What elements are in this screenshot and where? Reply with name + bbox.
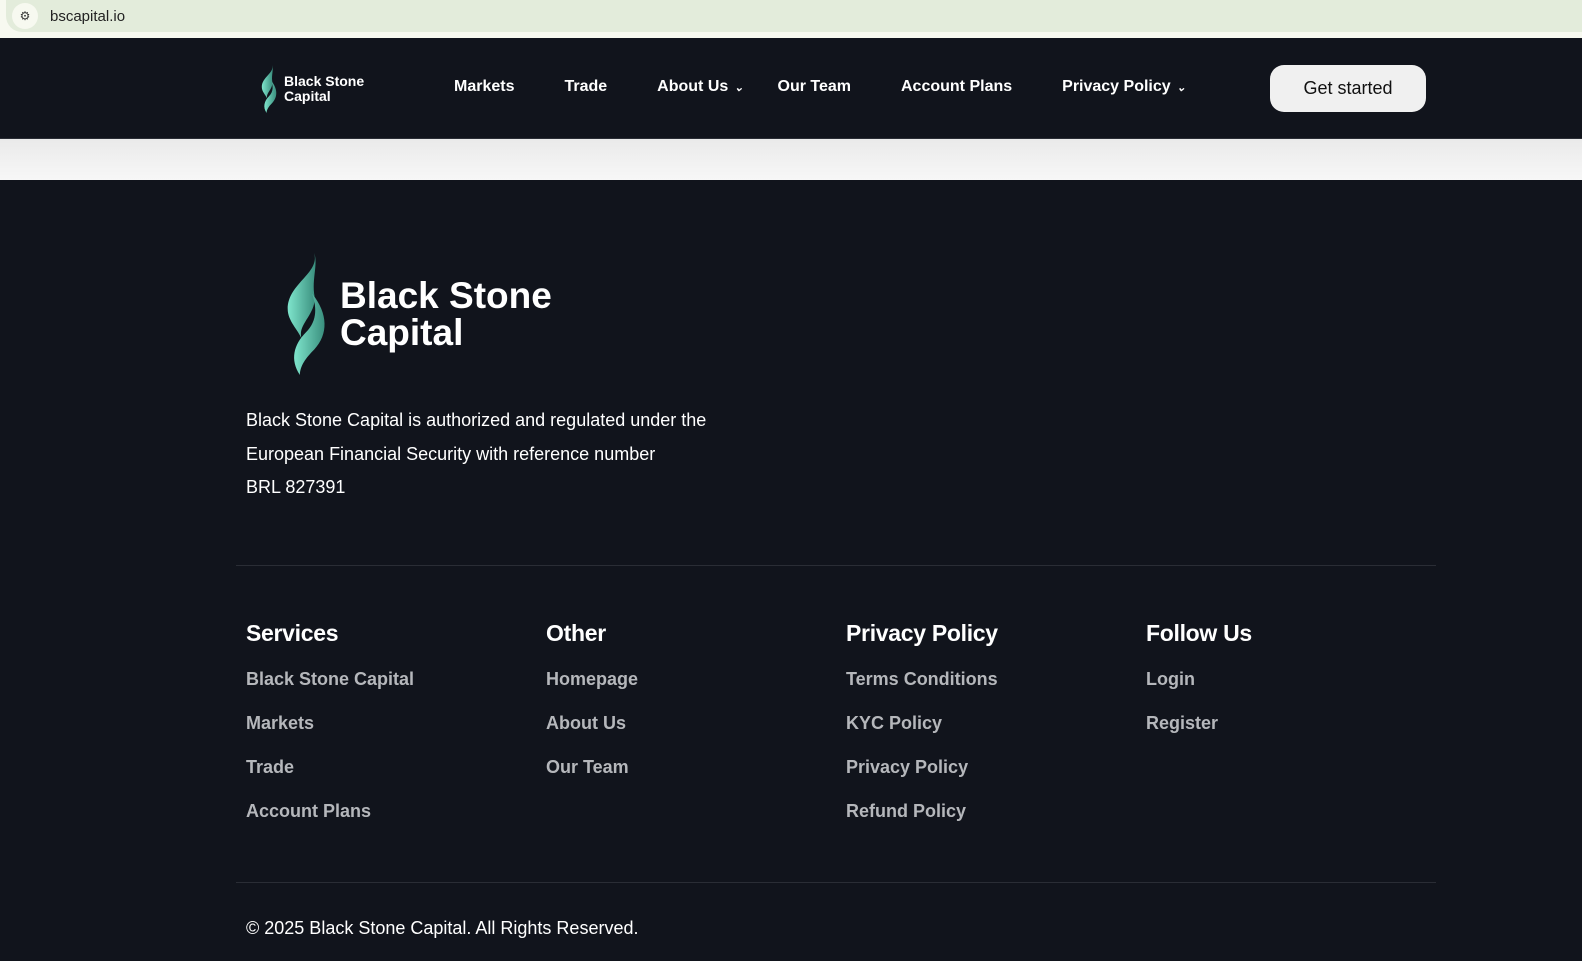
footer-link[interactable]: Our Team xyxy=(546,757,638,778)
nav-account-plans[interactable]: Account Plans xyxy=(901,78,1012,96)
footer-link[interactable]: Trade xyxy=(246,757,414,778)
footer-logo: Black Stone Capital xyxy=(278,253,552,375)
footer-link[interactable]: Black Stone Capital xyxy=(246,669,414,690)
content-strip xyxy=(0,139,1582,180)
column-title: Follow Us xyxy=(1146,620,1252,646)
nav-about-us-label: About Us xyxy=(657,78,729,95)
main-nav: Markets Trade About Us ⌄ Our Team Account… xyxy=(454,78,1236,96)
about-line: Black Stone Capital is authorized and re… xyxy=(246,410,707,430)
brand-line1: Black Stone xyxy=(284,73,365,89)
nav-markets[interactable]: Markets xyxy=(454,78,514,96)
chevron-down-icon: ⌄ xyxy=(1176,82,1186,94)
brand-line2: Capital xyxy=(340,312,464,353)
about-line: European Financial Security with referen… xyxy=(246,443,656,464)
nav-privacy-policy[interactable]: Privacy Policy ⌄ xyxy=(1062,78,1186,96)
divider xyxy=(236,565,1436,566)
flame-logo-icon xyxy=(287,253,325,375)
flame-logo-icon xyxy=(261,65,277,113)
footer-link[interactable]: Privacy Policy xyxy=(846,757,998,778)
brand-line1: Black Stone xyxy=(340,275,552,316)
url-text[interactable]: bscapital.io xyxy=(50,8,125,25)
footer-link[interactable]: KYC Policy xyxy=(846,713,998,734)
nav-privacy-policy-label: Privacy Policy xyxy=(1062,78,1171,95)
divider xyxy=(236,882,1436,883)
column-title: Privacy Policy xyxy=(846,620,998,646)
footer-link[interactable]: Homepage xyxy=(546,669,638,690)
header-logo[interactable]: Black Stone Capital xyxy=(258,65,364,113)
url-field[interactable]: ⚙ bscapital.io xyxy=(6,0,1582,32)
footer-col-services: Services Black Stone Capital Markets Tra… xyxy=(246,620,414,845)
column-title: Other xyxy=(546,620,606,646)
nav-trade[interactable]: Trade xyxy=(564,78,607,96)
get-started-button[interactable]: Get started xyxy=(1270,65,1426,112)
nav-about-us[interactable]: About Us ⌄ xyxy=(657,78,743,96)
footer-col-other: Other Homepage About Us Our Team xyxy=(546,620,638,801)
site-header: Black Stone Capital Markets Trade About U… xyxy=(0,38,1582,139)
footer-link[interactable]: Refund Policy xyxy=(846,801,998,822)
copyright: © 2025 Black Stone Capital. All Rights R… xyxy=(246,918,639,938)
register-link[interactable]: Register xyxy=(1146,713,1252,734)
reference-number: BRL 827391 xyxy=(246,477,346,497)
footer-link[interactable]: About Us xyxy=(546,713,638,734)
footer-col-follow: Follow Us Login Register xyxy=(1146,620,1252,757)
footer-link[interactable]: Terms Conditions xyxy=(846,669,998,690)
nav-our-team[interactable]: Our Team xyxy=(778,78,852,96)
footer-link[interactable]: Markets xyxy=(246,713,414,734)
footer-link[interactable]: Account Plans xyxy=(246,801,414,822)
regulatory-text: Black Stone Capital is authorized and re… xyxy=(246,404,746,505)
footer-col-privacy: Privacy Policy Terms Conditions KYC Poli… xyxy=(846,620,998,845)
browser-address-bar: ⚙ bscapital.io xyxy=(0,0,1582,38)
login-link[interactable]: Login xyxy=(1146,669,1252,690)
site-settings-icon[interactable]: ⚙ xyxy=(12,3,38,29)
brand-line2: Capital xyxy=(284,88,331,104)
site-footer: Black Stone Capital Black Stone Capital i… xyxy=(0,180,1582,961)
column-title: Services xyxy=(246,620,339,646)
chevron-down-icon: ⌄ xyxy=(734,82,744,94)
